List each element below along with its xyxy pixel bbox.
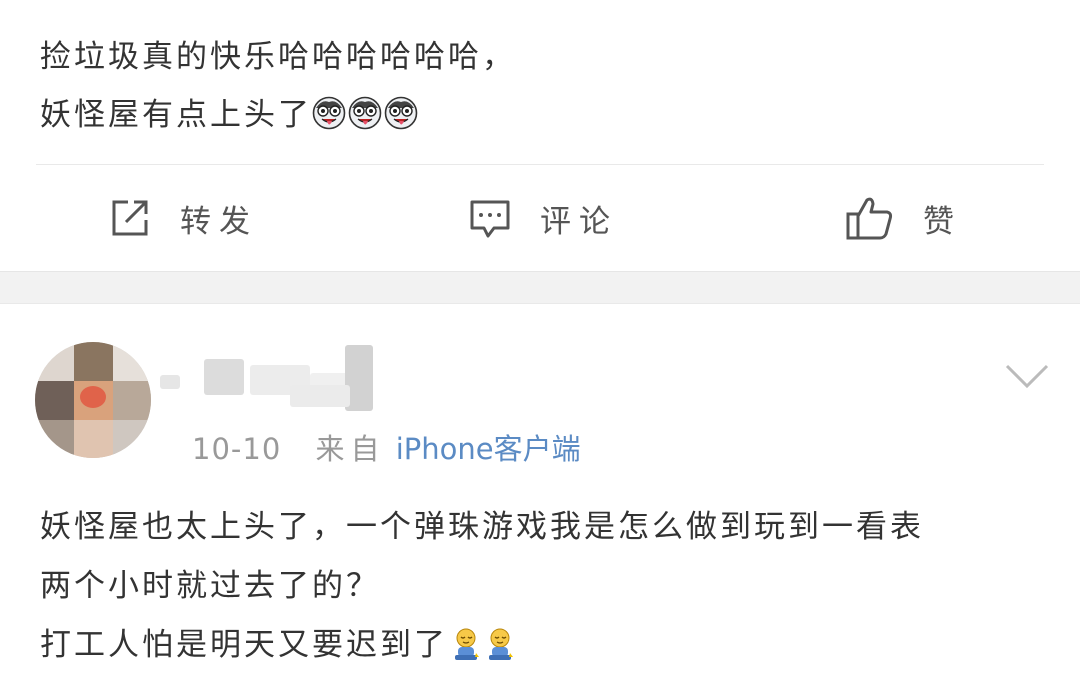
avatar[interactable] [35,342,151,458]
post-line-2: 妖怪屋有点上头了 [40,86,516,144]
client-link[interactable]: iPhone客户端 [396,432,581,466]
post-text: 捡垃圾真的快乐哈哈哈哈哈哈， 妖怪屋有点上头了 [40,28,516,144]
comment-label: 评论 [540,203,618,240]
comment-icon [470,200,510,238]
comment-line-3: 打工人怕是明天又要迟到了 [40,616,924,675]
chevron-down-icon[interactable] [1003,360,1051,392]
crazy-face-emoji-icon [384,96,418,130]
comment-line-3-text: 打工人怕是明天又要迟到了 [40,627,448,663]
repost-label: 转发 [180,203,258,240]
sleepy-man-emoji-icon [455,628,479,660]
repost-button[interactable]: 转发 [108,166,258,270]
like-label: 赞 [923,203,962,240]
thumbs-up-icon [846,197,893,240]
comment-time: 10-10 [192,432,282,466]
comment-line-2: 两个小时就过去了的？ [40,568,380,604]
comment-line-1: 妖怪屋也太上头了，一个弹珠游戏我是怎么做到玩到一看表 [40,509,924,545]
comment-text: 妖怪屋也太上头了，一个弹珠游戏我是怎么做到玩到一看表 两个小时就过去了的？ 打工… [40,498,924,675]
post-line-2-text: 妖怪屋有点上头了 [40,97,312,133]
like-button[interactable]: 赞 [845,166,962,270]
username-redacted[interactable] [160,345,620,415]
comment-meta: 10-10 来自 iPhone客户端 [192,426,581,468]
source-prefix: 来自 [315,432,386,466]
sleepy-man-emoji-icon [489,628,513,660]
post-line-1: 捡垃圾真的快乐哈哈哈哈哈哈， [40,39,516,75]
action-bar: 转发 评论 赞 [0,166,1080,270]
repost-icon [112,200,148,236]
comment-button[interactable]: 评论 [468,166,618,270]
section-separator [0,271,1080,304]
crazy-face-emoji-icon [348,96,382,130]
post-divider [36,164,1044,165]
crazy-face-emoji-icon [312,96,346,130]
